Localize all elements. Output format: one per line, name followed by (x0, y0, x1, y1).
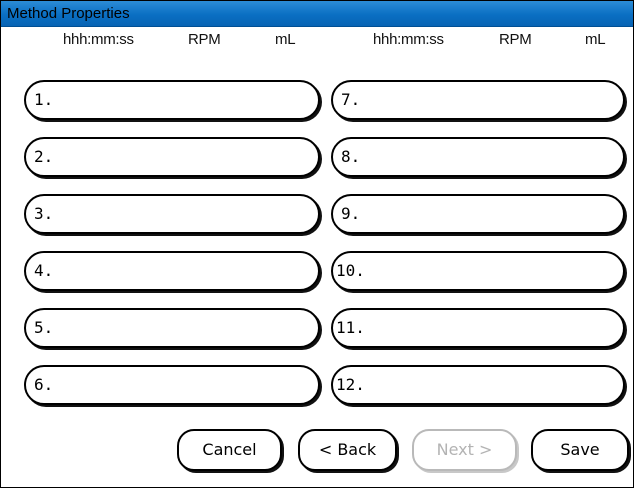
next-button[interactable]: Next > (412, 429, 517, 471)
left-volume-header: mL (275, 31, 296, 48)
right-rpm-header: RPM (499, 31, 532, 48)
step-field-2[interactable]: 2. (24, 137, 320, 177)
right-column-header: hhh:mm:ss RPM mL (318, 31, 633, 53)
step-field-6[interactable]: 6. (24, 365, 320, 405)
save-button[interactable]: Save (531, 429, 629, 471)
step-field-11[interactable]: 11. (331, 308, 625, 348)
right-time-header: hhh:mm:ss (373, 31, 444, 48)
window-title: Method Properties (1, 1, 633, 27)
step-field-9[interactable]: 9. (331, 194, 625, 234)
step-field-4[interactable]: 4. (24, 251, 320, 291)
step-field-8[interactable]: 8. (331, 137, 625, 177)
back-button[interactable]: < Back (298, 429, 397, 471)
step-field-10[interactable]: 10. (331, 251, 625, 291)
step-field-12[interactable]: 12. (331, 365, 625, 405)
step-field-3[interactable]: 3. (24, 194, 320, 234)
left-column-header: hhh:mm:ss RPM mL (1, 31, 318, 53)
step-field-5[interactable]: 5. (24, 308, 320, 348)
right-volume-header: mL (585, 31, 606, 48)
left-rpm-header: RPM (188, 31, 221, 48)
step-field-7[interactable]: 7. (331, 80, 625, 120)
step-field-1[interactable]: 1. (24, 80, 320, 120)
left-time-header: hhh:mm:ss (63, 31, 134, 48)
cancel-button[interactable]: Cancel (177, 429, 282, 471)
method-properties-window: Method Properties hhh:mm:ss RPM mL hhh:m… (0, 0, 634, 488)
